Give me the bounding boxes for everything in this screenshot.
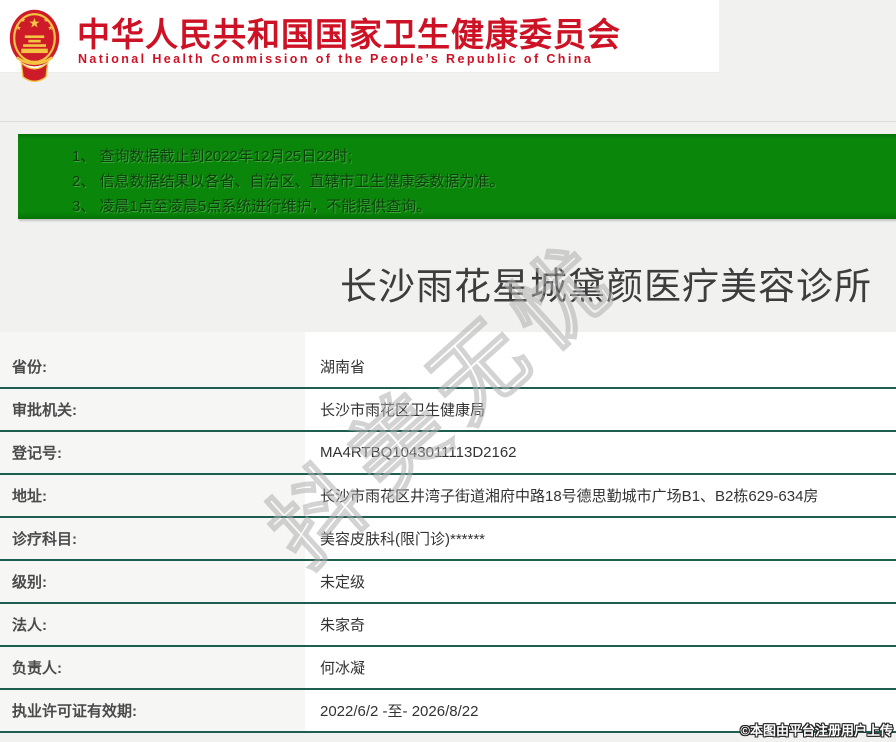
clinic-name-title: 长沙雨花星城黛颜医疗美容诊所	[340, 256, 872, 310]
field-value: 未定级	[305, 571, 365, 592]
svg-text:★: ★	[29, 15, 41, 30]
svg-text:★: ★	[43, 17, 49, 24]
notice-line-2: 2、 信息数据结果以各省、自治区、直辖市卫生健康委数据为准。	[72, 169, 896, 194]
field-label: 法人:	[0, 614, 305, 635]
info-table-rows: 省份:湖南省审批机关:长沙市雨花区卫生健康局登记号:MA4RTBQ1043011…	[0, 346, 896, 733]
field-label: 诊疗科目:	[0, 528, 305, 549]
field-value: 何冰凝	[305, 657, 365, 678]
notice-line-3: 3、 凌晨1点至凌晨5点系统进行维护，不能提供查询。	[72, 194, 896, 219]
header-divider	[0, 121, 896, 122]
clinic-info-table: 省份:湖南省审批机关:长沙市雨花区卫生健康局登记号:MA4RTBQ1043011…	[0, 332, 896, 733]
field-label: 执业许可证有效期:	[0, 700, 305, 721]
table-row: 诊疗科目:美容皮肤科(限门诊)******	[0, 518, 896, 561]
notice-box: 1、 查询数据截止到2022年12月25日22时; 2、 信息数据结果以各省、自…	[18, 134, 896, 219]
china-national-emblem-icon: ★ ★ ★ ★ ★	[8, 6, 61, 86]
field-label: 地址:	[0, 485, 305, 506]
field-value: 湖南省	[305, 356, 365, 377]
svg-text:★: ★	[16, 25, 22, 32]
org-title-en: National Health Commission of the People…	[78, 52, 593, 66]
field-value: 美容皮肤科(限门诊)******	[305, 528, 485, 549]
table-row: 法人:朱家奇	[0, 604, 896, 647]
field-value: 长沙市雨花区卫生健康局	[305, 399, 485, 420]
field-label: 审批机关:	[0, 399, 305, 420]
table-row: 地址:长沙市雨花区井湾子街道湘府中路18号德思勤城市广场B1、B2栋629-63…	[0, 475, 896, 518]
copyright-badge: ©本图由平台注册用户上传	[740, 720, 893, 739]
svg-text:★: ★	[48, 25, 54, 32]
field-label: 级别:	[0, 571, 305, 592]
table-row: 登记号:MA4RTBQ1043011113D2162	[0, 432, 896, 475]
field-label: 登记号:	[0, 442, 305, 463]
notice-line-1: 1、 查询数据截止到2022年12月25日22时;	[72, 144, 896, 169]
table-row: 省份:湖南省	[0, 346, 896, 389]
field-value: 长沙市雨花区井湾子街道湘府中路18号德思勤城市广场B1、B2栋629-634房	[305, 485, 818, 506]
table-row: 审批机关:长沙市雨花区卫生健康局	[0, 389, 896, 432]
field-value: 2022/6/2 -至- 2026/8/22	[305, 700, 478, 721]
field-value: 朱家奇	[305, 614, 365, 635]
org-title-cn: 中华人民共和国国家卫生健康委员会	[77, 8, 621, 56]
field-value: MA4RTBQ1043011113D2162	[305, 444, 517, 461]
table-row: 负责人:何冰凝	[0, 647, 896, 690]
field-label: 省份:	[0, 356, 305, 377]
field-label: 负责人:	[0, 657, 305, 678]
site-header: 中华人民共和国国家卫生健康委员会 National Health Commiss…	[0, 0, 719, 73]
table-row: 级别:未定级	[0, 561, 896, 604]
svg-text:★: ★	[20, 17, 26, 24]
